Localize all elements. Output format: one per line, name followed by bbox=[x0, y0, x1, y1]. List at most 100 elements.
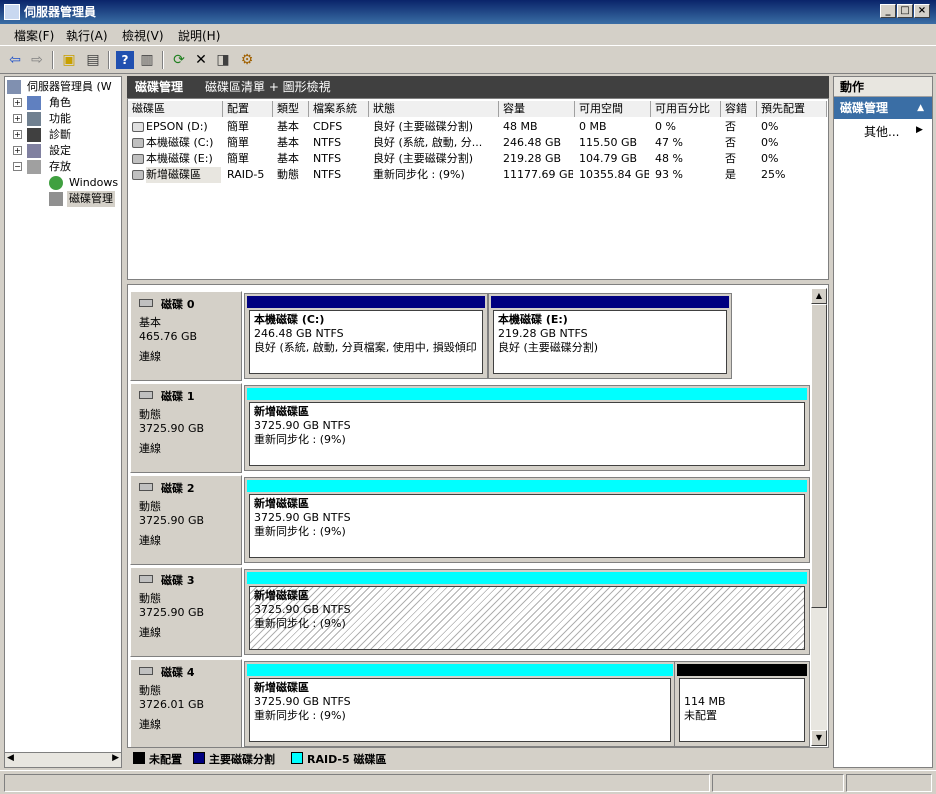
table-row[interactable]: EPSON (D:) 簡單 基本 CDFS 良好 (主要磁碟分割) 48 MB 0 MB 0 … bbox=[128, 119, 828, 135]
tree-horizontal-scrollbar[interactable]: ◀ ▶ bbox=[4, 752, 122, 768]
disk-info-2[interactable]: 磁碟 2 動態 3725.90 GB 連線 bbox=[130, 475, 242, 565]
scroll-up-icon[interactable]: ▲ bbox=[811, 288, 827, 304]
more-actions[interactable]: 其他... bbox=[864, 123, 899, 140]
disk-info-4[interactable]: 磁碟 4 動態 3726.01 GB 連線 bbox=[130, 659, 242, 747]
actions-section[interactable]: 磁碟管理 ▲ bbox=[834, 97, 932, 119]
volume-detail: 新增磁碟區 3725.90 GB NTFS 重新同步化 : (9%) bbox=[249, 494, 805, 558]
volume-name: 本機磁碟 (E:) bbox=[498, 313, 568, 326]
column-header[interactable]: 可用百分比 bbox=[651, 101, 721, 117]
table-cell: 219.28 GB bbox=[503, 152, 562, 165]
column-header[interactable]: 類型 bbox=[273, 101, 309, 117]
toolbar-separator bbox=[52, 51, 54, 69]
table-row[interactable]: 本機磁碟 (C:) 簡單 基本 NTFS 良好 (系統, 啟動, 分... 246.48 … bbox=[128, 135, 828, 151]
scroll-left-icon[interactable]: ◀ bbox=[7, 753, 14, 763]
center-header: 磁碟管理 磁碟區清單 + 圖形檢視 bbox=[127, 76, 829, 98]
menu-view[interactable]: 檢視(V) bbox=[122, 27, 164, 44]
expand-icon[interactable]: + bbox=[13, 114, 22, 123]
table-cell: 11177.69 GB bbox=[503, 168, 573, 181]
disk-icon bbox=[139, 667, 153, 675]
volume-unallocated[interactable]: 114 MB 未配置 bbox=[674, 661, 810, 747]
menu-action[interactable]: 執行(A) bbox=[66, 27, 108, 44]
table-cell: 48 % bbox=[655, 152, 683, 165]
table-cell: 簡單 bbox=[227, 120, 249, 133]
properties-view-icon[interactable]: ▥ bbox=[138, 51, 156, 69]
up-folder-icon[interactable]: ▣ bbox=[60, 51, 78, 69]
refresh-icon[interactable]: ⟳ bbox=[170, 51, 188, 69]
scroll-right-icon[interactable]: ▶ bbox=[112, 753, 119, 763]
tree-label: 角色 bbox=[49, 96, 71, 109]
settings-icon[interactable]: ⚙ bbox=[238, 51, 256, 69]
expand-icon[interactable]: + bbox=[13, 130, 22, 139]
page-title: 磁碟管理 bbox=[135, 80, 184, 94]
show-hide-tree-icon[interactable]: ▤ bbox=[84, 51, 102, 69]
disk-graphical-view: 磁碟 0 基本 465.76 GB 連線 本機磁碟 (C:) 246.48 GB… bbox=[127, 284, 829, 748]
tree-item-windows-backup[interactable]: Windows S bbox=[5, 175, 121, 191]
delete-icon[interactable]: ✕ bbox=[192, 51, 210, 69]
column-header[interactable]: 檔案系統 bbox=[309, 101, 369, 117]
collapse-icon[interactable]: − bbox=[13, 162, 22, 171]
maximize-button[interactable]: □ bbox=[897, 4, 913, 18]
scroll-down-icon[interactable]: ▼ bbox=[811, 730, 827, 746]
help-icon[interactable]: ? bbox=[116, 51, 134, 69]
volume-detail: 本機磁碟 (C:) 246.48 GB NTFS 良好 (系統, 啟動, 分頁檔… bbox=[249, 310, 483, 374]
volume-detail: 114 MB 未配置 bbox=[679, 678, 805, 742]
tree-item-configuration[interactable]: + 設定 bbox=[5, 143, 121, 159]
disk-info-0[interactable]: 磁碟 0 基本 465.76 GB 連線 bbox=[130, 291, 242, 381]
tree-item-diagnostics[interactable]: + 診斷 bbox=[5, 127, 121, 143]
table-cell: 246.48 GB bbox=[503, 136, 562, 149]
volume-fs: 246.48 GB NTFS bbox=[254, 327, 344, 340]
disk-info-1[interactable]: 磁碟 1 動態 3725.90 GB 連線 bbox=[130, 383, 242, 473]
menu-bar: 檔案(F) 執行(A) 檢視(V) 說明(H) bbox=[0, 24, 936, 46]
column-header[interactable]: 磁碟區 bbox=[128, 101, 223, 117]
column-header[interactable]: 可用空間 bbox=[575, 101, 651, 117]
column-header[interactable]: 容錯 bbox=[721, 101, 757, 117]
expand-icon[interactable]: + bbox=[13, 146, 22, 155]
column-header[interactable]: 預先配置 bbox=[757, 101, 827, 117]
collapse-up-icon[interactable]: ▲ bbox=[917, 97, 924, 119]
table-cell: 基本 bbox=[277, 152, 299, 165]
menu-file[interactable]: 檔案(F) bbox=[14, 27, 54, 44]
table-cell: 簡單 bbox=[227, 136, 249, 149]
legend-label: 未配置 bbox=[149, 753, 182, 766]
tree-item-disk-management[interactable]: 磁碟管理 bbox=[5, 191, 121, 207]
table-row[interactable]: 新增磁碟區 RAID-5 動態 NTFS 重新同步化 : (9%) 11177.69 GB… bbox=[128, 167, 828, 183]
table-row[interactable]: 本機磁碟 (E:) 簡單 基本 NTFS 良好 (主要磁碟分割) 219.28 GB 104… bbox=[128, 151, 828, 167]
expand-icon[interactable]: + bbox=[13, 98, 22, 107]
volume-c[interactable]: 本機磁碟 (C:) 246.48 GB NTFS 良好 (系統, 啟動, 分頁檔… bbox=[244, 293, 488, 379]
volume-fs: 3725.90 GB NTFS bbox=[254, 695, 351, 708]
status-pane bbox=[846, 774, 932, 792]
volume-raid5[interactable]: 新增磁碟區 3725.90 GB NTFS 重新同步化 : (9%) bbox=[244, 661, 676, 747]
volume-raid5[interactable]: 新增磁碟區 3725.90 GB NTFS 重新同步化 : (9%) bbox=[244, 385, 810, 471]
volume-raid5[interactable]: 新增磁碟區 3725.90 GB NTFS 重新同步化 : (9%) bbox=[244, 477, 810, 563]
table-cell: 否 bbox=[725, 152, 736, 165]
table-cell: NTFS bbox=[313, 168, 342, 181]
disk-info-3[interactable]: 磁碟 3 動態 3725.90 GB 連線 bbox=[130, 567, 242, 657]
column-header[interactable]: 容量 bbox=[499, 101, 575, 117]
properties-icon[interactable]: ◨ bbox=[214, 51, 232, 69]
tree-item-roles[interactable]: + 角色 bbox=[5, 95, 121, 111]
back-icon[interactable]: ⇦ bbox=[6, 51, 24, 69]
scroll-thumb[interactable] bbox=[811, 304, 827, 608]
volume-bar bbox=[247, 480, 807, 492]
disk-vertical-scrollbar[interactable]: ▲ ▼ bbox=[811, 288, 827, 746]
volume-e[interactable]: 本機磁碟 (E:) 219.28 GB NTFS 良好 (主要磁碟分割) bbox=[488, 293, 732, 379]
forward-icon[interactable]: ⇨ bbox=[28, 51, 46, 69]
menu-help[interactable]: 說明(H) bbox=[178, 27, 220, 44]
column-header[interactable]: 狀態 bbox=[369, 101, 499, 117]
close-button[interactable]: × bbox=[914, 4, 930, 18]
column-header[interactable]: 配置 bbox=[223, 101, 273, 117]
tree-label-selected: 磁碟管理 bbox=[67, 191, 115, 207]
volume-status: 重新同步化 : (9%) bbox=[254, 525, 346, 538]
volume-raid5-selected[interactable]: 新增磁碟區 3725.90 GB NTFS 重新同步化 : (9%) bbox=[244, 569, 810, 655]
minimize-button[interactable]: _ bbox=[880, 4, 896, 18]
table-cell: 否 bbox=[725, 120, 736, 133]
tree-item-features[interactable]: + 功能 bbox=[5, 111, 121, 127]
table-cell: 基本 bbox=[277, 120, 299, 133]
navigation-tree: 伺服器管理員 (W + 角色 + 功能 + 診斷 + 設定 − 存放 Windo… bbox=[4, 76, 122, 768]
tree-item-storage[interactable]: − 存放 bbox=[5, 159, 121, 175]
table-cell: 良好 (主要磁碟分割) bbox=[373, 120, 474, 133]
actions-header: 動作 bbox=[834, 77, 932, 97]
toolbar-separator bbox=[162, 51, 164, 69]
table-cell: 簡單 bbox=[227, 152, 249, 165]
volume-status: 良好 (主要磁碟分割) bbox=[498, 341, 599, 354]
